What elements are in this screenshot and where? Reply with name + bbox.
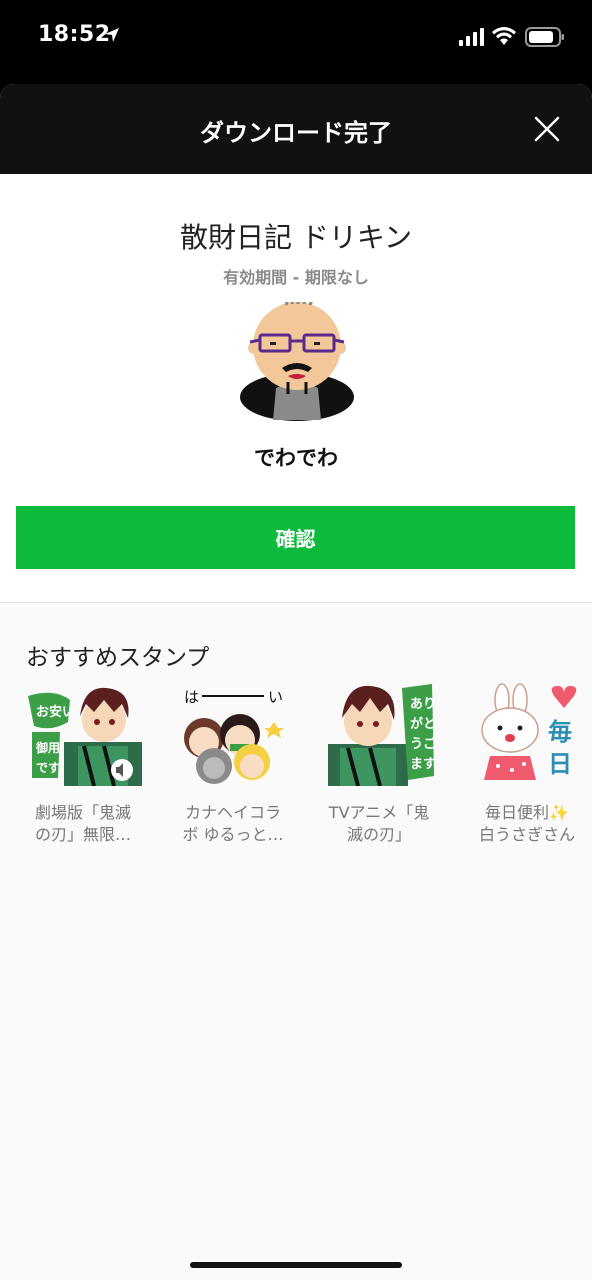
label-line1: 毎日便利✨ [485,803,569,822]
home-indicator [190,1262,402,1268]
cellular-signal-icon [459,28,484,46]
sticker-thumbnail: 毎 日 [481,683,577,780]
recommended-item-demon-slayer-movie[interactable]: お安い 御用 です 劇場版「鬼滅 の刃」無限… [18,682,148,846]
svg-text:がと: がと [410,716,436,732]
label-line2: ボ ゆるっと… [182,825,284,844]
recommended-item-white-rabbit[interactable]: 毎 日 毎日便利✨ 白うさぎさん [462,682,592,846]
close-icon[interactable] [534,116,560,142]
sticker-thumbnail: あり がと うご ます [328,684,437,786]
svg-text:ます: ます [410,757,436,772]
label-line1: 劇場版「鬼滅 [34,803,131,822]
status-bar: 18:52 [0,0,592,80]
confirm-button[interactable]: 確認 [16,506,575,569]
svg-text:日: 日 [548,750,572,778]
recommended-item-label: 毎日便利✨ 白うさぎさん [462,802,592,846]
validity-period: 有効期間 - 期限なし [223,268,369,287]
wifi-icon [492,27,516,45]
svg-text:です: です [36,761,60,775]
author-avatar [240,302,354,421]
sticker-thumbnail: お安い 御用 です [28,687,142,786]
recommended-item-label: カナヘイコラ ボ ゆるっと… [168,802,298,846]
svg-text:あり: あり [410,697,436,712]
sticker-set-name: 散財日記 ドリキン [179,221,413,254]
battery-icon [525,27,564,47]
recommended-item-kanahei-collab[interactable]: は い カナヘイコラ ボ ゆるっと… [168,682,298,846]
label-line2: 滅の刃」 [346,825,411,844]
svg-text:御用: 御用 [35,740,60,755]
recommended-stickers-title: おすすめスタンプ [26,645,210,671]
sticker-thumbnail: は い [184,688,284,784]
recommended-item-demon-slayer-tv[interactable]: あり がと うご ます TVアニメ「鬼 滅の刃」 [314,682,444,846]
product-panel: 散財日記 ドリキン 有効期間 - 期限なし でわでわ 確認 [0,174,592,603]
label-line2: 白うさぎさん [478,825,575,844]
svg-text:お安い: お安い [36,704,75,720]
svg-text:毎: 毎 [548,718,572,746]
label-line2: の刃」無限… [34,825,131,844]
status-time: 18:52 [38,22,111,47]
label-line1: カナヘイコラ [184,803,281,822]
recommended-item-label: TVアニメ「鬼 滅の刃」 [314,802,444,846]
sheet-header: ダウンロード完了 [0,84,592,174]
sheet-title: ダウンロード完了 [200,119,392,147]
label-line1: TVアニメ「鬼 [328,803,430,822]
location-arrow-icon [105,28,119,42]
recommended-item-label: 劇場版「鬼滅 の刃」無限… [18,802,148,846]
svg-text:は: は [184,688,199,706]
svg-text:い: い [268,688,283,706]
author-name: でわでわ [254,446,338,470]
recommended-stickers-list: お安い 御用 です 劇場版「鬼滅 の刃」無限… は い カナヘイコラ ボ ゆるっ… [0,682,592,862]
download-complete-sheet: ダウンロード完了 散財日記 ドリキン 有効期間 - 期限なし でわでわ 確認 お… [0,84,592,1280]
svg-text:うご: うご [410,736,437,752]
